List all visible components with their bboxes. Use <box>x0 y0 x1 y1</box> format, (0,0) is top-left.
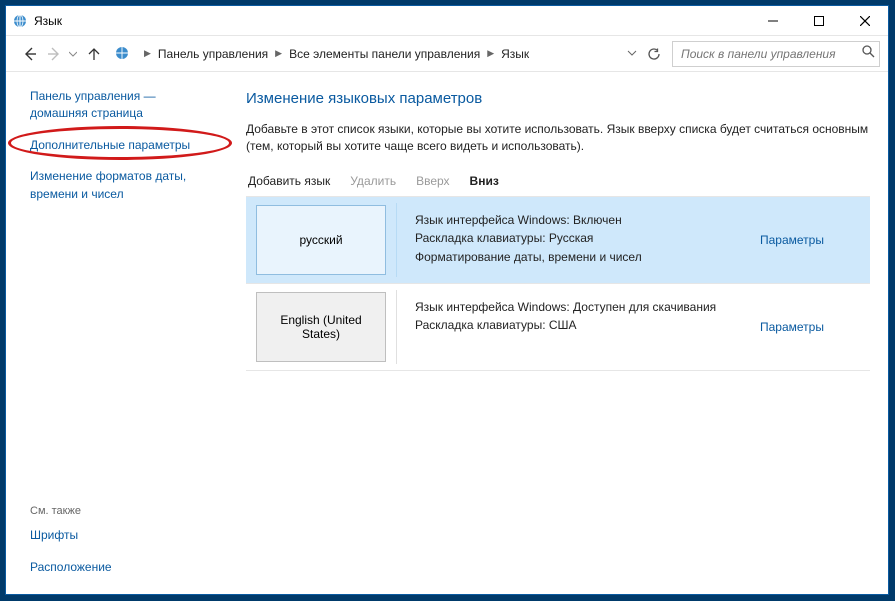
navigation-bar: ▶ Панель управления ▶ Все элементы панел… <box>6 36 888 72</box>
language-name: русский <box>299 233 342 247</box>
page-description: Добавьте в этот список языки, которые вы… <box>246 121 870 156</box>
control-panel-icon <box>114 45 132 63</box>
language-details: Язык интерфейса Windows: Доступен для ск… <box>397 284 760 370</box>
language-details: Язык интерфейса Windows: Включен Расклад… <box>397 197 760 283</box>
language-detail-line: Форматирование даты, времени и чисел <box>415 248 752 267</box>
language-options-cell: Параметры <box>760 284 870 370</box>
refresh-button[interactable] <box>642 42 666 66</box>
address-bar[interactable]: ▶ Панель управления ▶ Все элементы панел… <box>136 41 642 67</box>
sidebar-link-formats[interactable]: Изменение форматов даты, времени и чисел <box>30 168 210 203</box>
language-toolbar: Добавить язык Удалить Вверх Вниз <box>246 170 870 197</box>
language-name: English (United States) <box>263 313 379 341</box>
language-settings-window: Язык ▶ Панель управления ▶ В <box>5 5 889 595</box>
language-detail-line: Раскладка клавиатуры: США <box>415 316 752 335</box>
toolbar-move-down[interactable]: Вниз <box>470 174 499 188</box>
language-tile[interactable]: English (United States) <box>256 292 386 362</box>
toolbar-add-language[interactable]: Добавить язык <box>248 174 330 188</box>
sidebar-link-home[interactable]: Панель управления — домашняя страница <box>30 88 210 123</box>
body: Панель управления — домашняя страница До… <box>6 72 888 594</box>
chevron-right-icon: ▶ <box>144 48 151 59</box>
page-heading: Изменение языковых параметров <box>246 90 870 107</box>
toolbar-move-up: Вверх <box>416 174 449 188</box>
search-icon[interactable] <box>861 44 875 63</box>
language-detail-line: Язык интерфейса Windows: Включен <box>415 211 752 230</box>
sidebar-link-fonts[interactable]: Шрифты <box>30 527 226 544</box>
minimize-button[interactable] <box>750 6 796 36</box>
address-dropdown-icon[interactable] <box>627 47 637 61</box>
content-pane: Изменение языковых параметров Добавьте в… <box>226 72 888 594</box>
see-also-heading: См. также <box>30 505 226 517</box>
language-options-link[interactable]: Параметры <box>760 233 824 247</box>
maximize-button[interactable] <box>796 6 842 36</box>
window-title: Язык <box>34 14 750 28</box>
language-list: русский Язык интерфейса Windows: Включен… <box>246 197 870 371</box>
up-button[interactable] <box>82 42 106 66</box>
chevron-right-icon: ▶ <box>487 48 494 59</box>
sidebar-link-location[interactable]: Расположение <box>30 559 226 576</box>
breadcrumb-root[interactable]: Панель управления <box>156 45 270 63</box>
sidebar-link-advanced[interactable]: Дополнительные параметры <box>30 137 210 154</box>
language-detail-line: Язык интерфейса Windows: Доступен для ск… <box>415 298 752 317</box>
language-options-cell: Параметры <box>760 197 870 283</box>
language-options-link[interactable]: Параметры <box>760 320 824 334</box>
language-row[interactable]: русский Язык интерфейса Windows: Включен… <box>246 197 870 284</box>
close-button[interactable] <box>842 6 888 36</box>
titlebar: Язык <box>6 6 888 36</box>
forward-button[interactable] <box>42 42 66 66</box>
breadcrumb-mid[interactable]: Все элементы панели управления <box>287 45 482 63</box>
language-row[interactable]: English (United States) Язык интерфейса … <box>246 284 870 371</box>
toolbar-remove: Удалить <box>350 174 396 188</box>
language-tile[interactable]: русский <box>256 205 386 275</box>
back-button[interactable] <box>18 42 42 66</box>
language-app-icon <box>12 13 28 29</box>
chevron-right-icon: ▶ <box>275 48 282 59</box>
search-input[interactable] <box>681 47 861 61</box>
sidebar: Панель управления — домашняя страница До… <box>6 72 226 594</box>
search-box[interactable] <box>672 41 880 67</box>
language-detail-line: Раскладка клавиатуры: Русская <box>415 229 752 248</box>
breadcrumb-leaf[interactable]: Язык <box>499 45 531 63</box>
history-dropdown-icon[interactable] <box>69 47 77 61</box>
